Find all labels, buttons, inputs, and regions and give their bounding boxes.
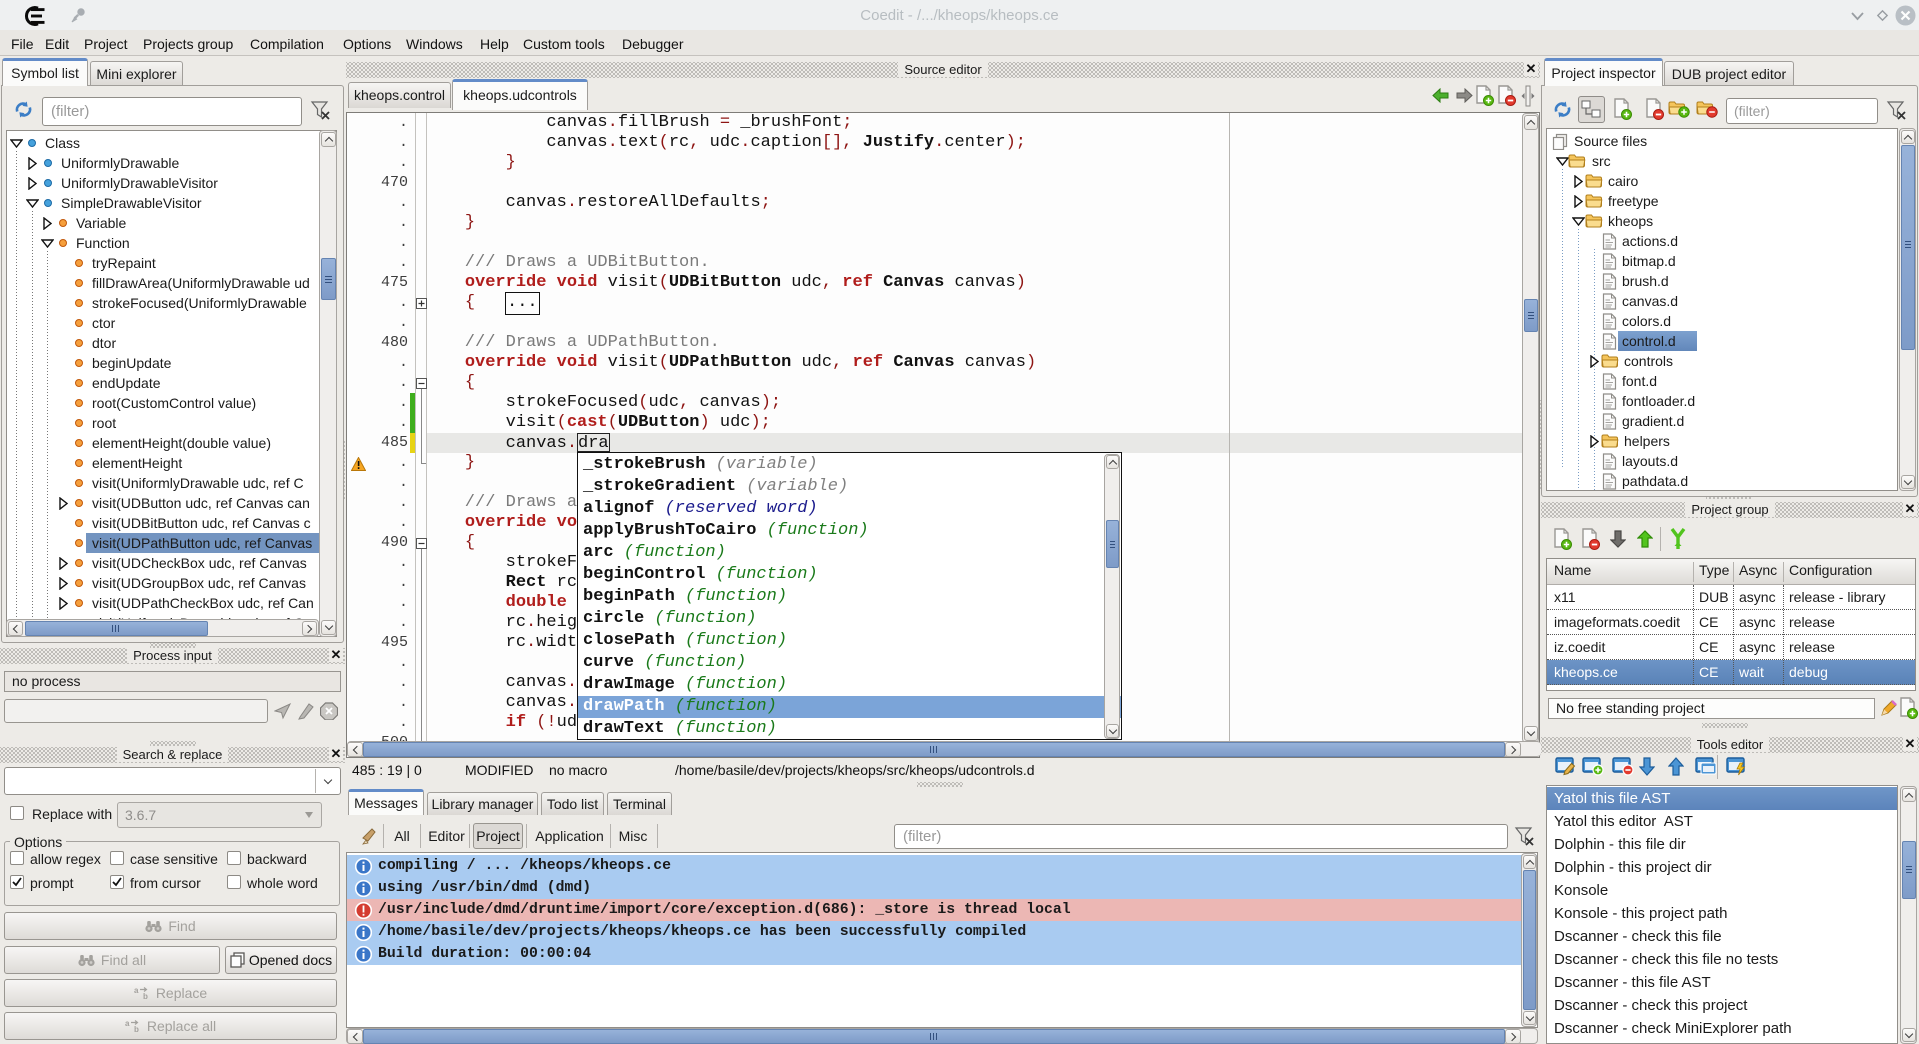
- svg-text:b: b: [143, 992, 148, 1000]
- svg-text:a: a: [134, 986, 139, 995]
- svg-text:a: a: [125, 1019, 130, 1028]
- svg-text:b: b: [134, 1025, 139, 1033]
